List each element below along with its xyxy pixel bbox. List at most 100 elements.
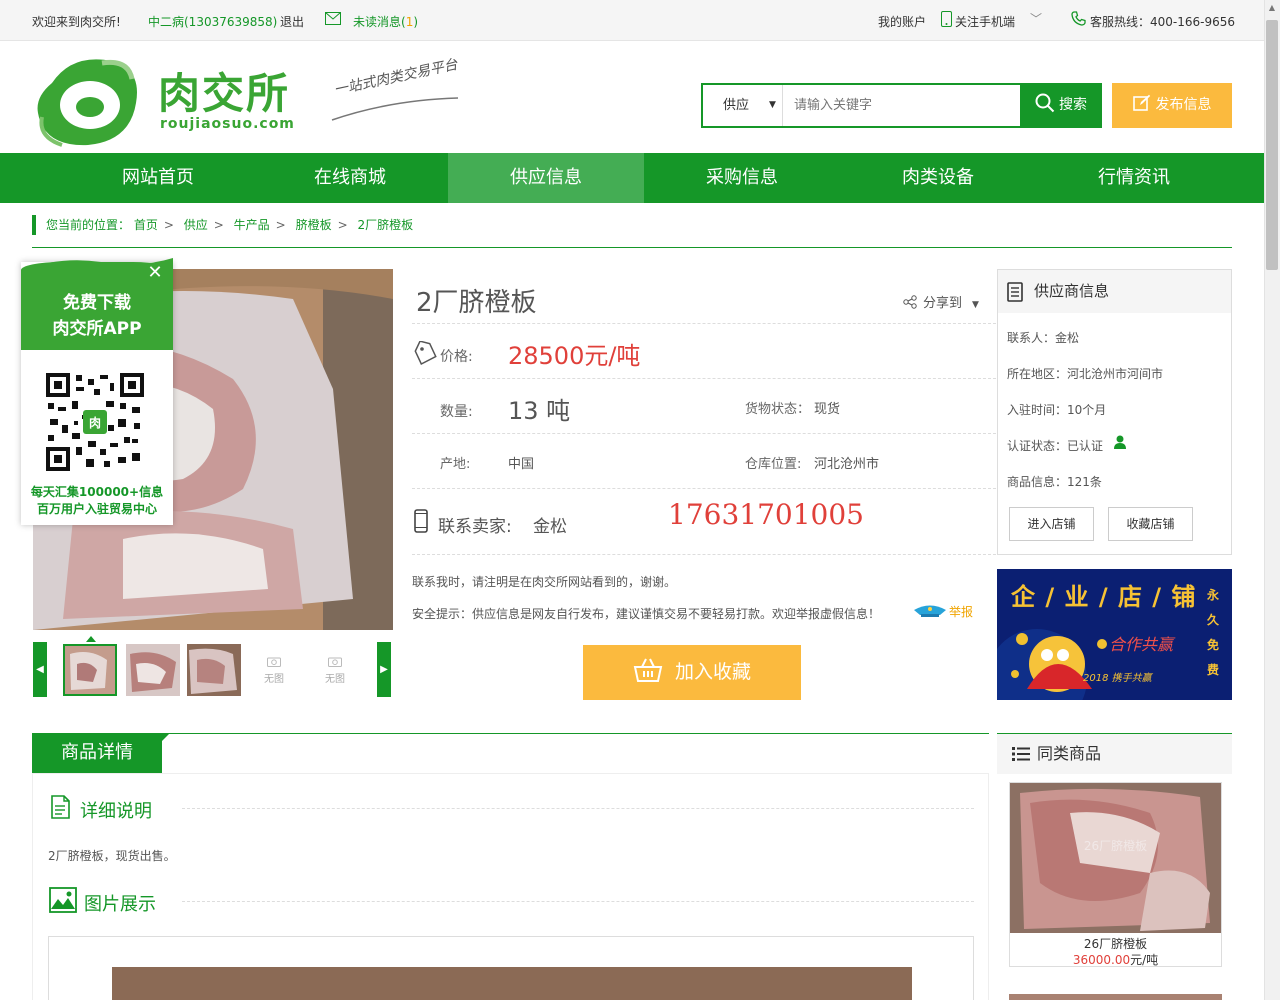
nav-online-mall[interactable]: 在线商城 [252, 153, 448, 203]
logo-wordmark[interactable]: 肉交所 [158, 60, 290, 121]
similar-product-name[interactable]: 26厂脐橙板 [1009, 935, 1222, 952]
seller-name: 金松 [533, 517, 567, 537]
thumbnail-2[interactable] [126, 644, 180, 696]
mobile-phone-icon [414, 509, 428, 537]
image-gallery-heading: 图片展示 [84, 894, 156, 915]
thumbnail-empty-2[interactable]: 无图 [308, 644, 362, 696]
follow-mobile-link[interactable]: 关注手机端 [955, 13, 1015, 30]
verified-user-icon [1114, 435, 1126, 453]
detail-image[interactable] [112, 967, 912, 1000]
app-popup-caption: 每天汇集100000+信息 百万用户入驻贸易中心 [21, 484, 173, 518]
price-label: 价格: [440, 349, 473, 365]
share-label: 分享到 [923, 296, 963, 311]
supplier-region: 所在地区：河北沧州市河间市 [1007, 367, 1164, 381]
nav-meat-equipment[interactable]: 肉类设备 [840, 153, 1036, 203]
safety-tip: 安全提示：供应信息是网友自行发布，建议谨慎交易不要轻易打款。欢迎举报虚假信息！ [412, 607, 881, 621]
enterprise-shop-banner[interactable]: 企 / 业 / 店 / 铺 永久免费 合作共赢 2018 携手共赢 [997, 569, 1232, 700]
chevron-down-icon[interactable]: ﹀ [1030, 10, 1042, 27]
similar-products-header: 同类商品 [997, 734, 1232, 774]
note-icon [50, 795, 70, 823]
list-icon [1012, 746, 1030, 766]
unread-messages-link[interactable]: 未读消息(1) [353, 13, 418, 30]
search-type-select[interactable]: 供应 ▼ [703, 85, 783, 126]
qr-center-badge: 肉 [88, 416, 101, 430]
welcome-text: 欢迎来到肉交所! [32, 15, 121, 29]
active-thumb-pointer [86, 636, 96, 642]
nav-home[interactable]: 网站首页 [60, 153, 256, 203]
similar-product-card-next[interactable] [1009, 994, 1222, 1000]
similar-image-watermark: 26厂脐橙板 [1083, 839, 1148, 853]
user-link[interactable]: 中二病(13037639858) [148, 13, 277, 30]
price-value: 28500元/吨 [508, 342, 641, 370]
thumbnail-3[interactable] [187, 644, 241, 696]
supplier-joined: 入驻时间：10个月 [1007, 403, 1107, 417]
breadcrumb-beef[interactable]: 牛产品 [234, 218, 270, 232]
thumbnail-1[interactable] [63, 644, 117, 696]
site-logo-icon[interactable] [32, 53, 144, 149]
heading-dash [182, 808, 974, 809]
detail-description-text: 2厂脐橙板，现货出售。 [48, 849, 176, 863]
search-icon [1035, 93, 1055, 113]
breadcrumb-category[interactable]: 脐橙板 [296, 218, 332, 232]
add-to-favorites-button[interactable]: 加入收藏 [583, 645, 801, 700]
quantity-label: 数量: [440, 404, 473, 420]
tab-product-details[interactable]: 商品详情 [32, 733, 162, 773]
breadcrumb-prefix: 您当前的位置： [46, 218, 131, 232]
enter-shop-button[interactable]: 进入店铺 [1009, 507, 1094, 541]
breadcrumb-supply[interactable]: 供应 [184, 218, 208, 232]
supplier-cert: 认证状态：已认证 [1007, 439, 1104, 453]
similar-products-title: 同类商品 [1037, 744, 1102, 763]
breadcrumb-home[interactable]: 首页 [134, 218, 158, 232]
close-icon[interactable]: ✕ [146, 264, 164, 282]
phone-icon [1071, 11, 1086, 29]
quantity-value: 13 吨 [508, 397, 571, 425]
unread-label: 未读消息( [353, 15, 406, 29]
origin-value: 中国 [508, 457, 535, 472]
logo-domain: roujiaosuo.com [160, 116, 295, 132]
nav-purchase-info[interactable]: 采购信息 [644, 153, 840, 203]
thumbs-prev-button[interactable]: ◀ [33, 642, 47, 697]
seller-phone: 17631701005 [668, 498, 864, 531]
banner-year: 2018 携手共赢 [1083, 673, 1152, 684]
nav-market-news[interactable]: 行情资讯 [1036, 153, 1232, 203]
origin-label: 产地: [440, 457, 471, 472]
share-icon [903, 295, 917, 309]
select-caret-icon: ▼ [769, 100, 776, 110]
favorite-shop-button[interactable]: 收藏店铺 [1108, 507, 1193, 541]
scroll-up-arrow-icon[interactable]: ▲ [1264, 0, 1280, 16]
stock-status-label: 货物状态： [745, 402, 811, 417]
favorite-button-label: 加入收藏 [674, 661, 751, 683]
app-popup-title-1: 免费下载 [63, 293, 131, 313]
publish-button-label: 发布信息 [1155, 97, 1212, 113]
app-popup-title-2: 肉交所APP [52, 319, 142, 339]
share-caret-icon: ▼ [972, 300, 979, 310]
info-divider [412, 378, 996, 379]
logout-link[interactable]: 退出 [280, 13, 304, 30]
nav-supply-info[interactable]: 供应信息 [448, 153, 644, 203]
info-divider [412, 488, 996, 489]
report-link[interactable]: 举报 [913, 603, 973, 620]
scrollbar-thumb[interactable] [1266, 20, 1278, 270]
search-button[interactable]: 搜索 [1020, 83, 1102, 128]
warehouse-value: 河北沧州市 [814, 457, 880, 472]
share-menu[interactable]: 分享到 ▼ [903, 292, 979, 311]
banner-headline: 企 / 业 / 店 / 铺 [1011, 583, 1197, 611]
info-divider [412, 433, 996, 434]
thumbnail-empty-1[interactable]: 无图 [247, 644, 301, 696]
stock-status-value: 现货 [814, 402, 841, 417]
banner-greeting: 合作共赢 [1109, 635, 1174, 654]
contact-seller-label: 联系卖家: [438, 517, 512, 537]
search-button-label: 搜索 [1059, 97, 1087, 113]
app-caption-line-1: 每天汇集100000+信息 [30, 485, 164, 499]
price-tag-icon [414, 340, 438, 371]
publish-info-button[interactable]: 发布信息 [1112, 83, 1232, 128]
info-divider [412, 323, 996, 324]
detail-tab-line [32, 733, 989, 734]
similar-product-image[interactable]: 26厂脐橙板 [1010, 783, 1221, 933]
thumbs-next-button[interactable]: ▶ [377, 642, 391, 697]
supplier-panel-header: 供应商信息 [998, 270, 1231, 313]
search-input[interactable] [784, 85, 1020, 126]
basket-icon [633, 658, 663, 682]
search-type-value: 供应 [723, 98, 750, 113]
my-account-link[interactable]: 我的账户 [878, 13, 926, 30]
